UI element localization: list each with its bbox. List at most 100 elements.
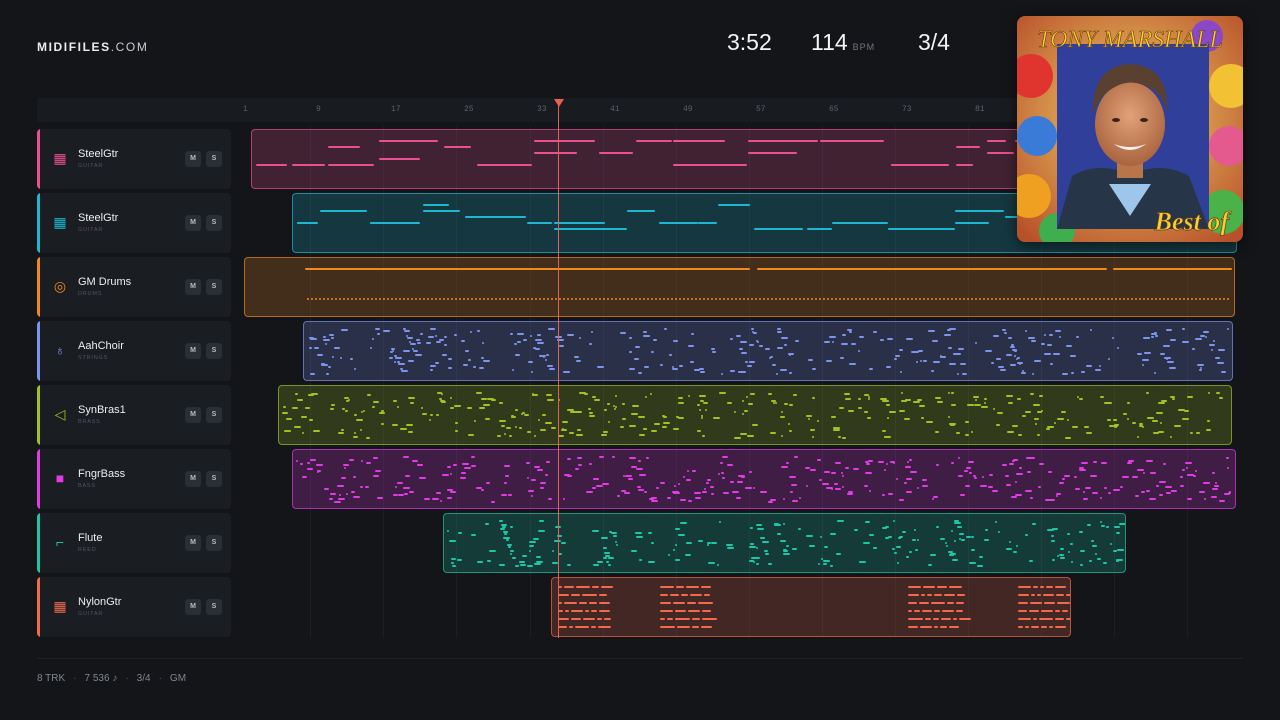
midi-note <box>975 399 977 401</box>
midi-note <box>588 408 591 410</box>
midi-note <box>1031 594 1035 596</box>
mute-button[interactable]: M <box>185 535 201 551</box>
midi-note <box>663 298 665 300</box>
mute-button[interactable]: M <box>185 599 201 615</box>
midi-clip[interactable] <box>303 321 1233 381</box>
solo-button[interactable]: S <box>206 151 222 167</box>
midi-note <box>1025 330 1027 332</box>
midi-clip[interactable] <box>292 449 1236 509</box>
footer-time-signature: 3/4 <box>136 673 151 684</box>
midi-note <box>476 487 482 489</box>
midi-note <box>1029 610 1039 612</box>
mute-button[interactable]: M <box>185 279 201 295</box>
midi-note <box>535 339 542 341</box>
track-header[interactable]: ▦ SteelGtr GUITAR M S <box>37 129 231 189</box>
midi-note <box>508 494 512 496</box>
midi-note <box>535 298 537 300</box>
midi-note <box>1203 331 1209 333</box>
midi-note <box>589 343 592 345</box>
mute-button[interactable]: M <box>185 343 201 359</box>
album-cover: TONY MARSHALL Best of <box>1017 16 1243 242</box>
midi-clip[interactable] <box>251 129 1085 189</box>
midi-note <box>687 470 689 472</box>
midi-clip[interactable] <box>551 577 1071 637</box>
midi-note <box>619 298 621 300</box>
playhead-marker[interactable] <box>554 99 564 107</box>
midi-note <box>623 298 625 300</box>
midi-note <box>956 432 960 434</box>
track-header[interactable]: ♁ AahChoir STRINGS M S <box>37 321 231 381</box>
track-header[interactable]: ◁ SynBras1 BRASS M S <box>37 385 231 445</box>
midi-note <box>949 554 954 556</box>
midi-note <box>951 462 954 464</box>
midi-note <box>803 298 805 300</box>
mute-button[interactable]: M <box>185 215 201 231</box>
ruler-bar-label: 9 <box>316 105 321 114</box>
midi-note <box>734 437 741 439</box>
midi-note <box>338 498 345 500</box>
site-logo[interactable]: MIDIFILES.COM <box>37 40 148 54</box>
midi-note <box>1044 334 1046 336</box>
midi-note <box>969 472 972 474</box>
midi-note <box>891 298 893 300</box>
solo-button[interactable]: S <box>206 471 222 487</box>
midi-note <box>688 345 694 347</box>
playhead-line[interactable] <box>558 106 559 638</box>
midi-note <box>671 298 673 300</box>
midi-note <box>660 626 675 628</box>
midi-note <box>702 491 707 493</box>
mute-button[interactable]: M <box>185 151 201 167</box>
midi-note <box>519 298 521 300</box>
midi-clip[interactable] <box>443 513 1126 573</box>
solo-button[interactable]: S <box>206 343 222 359</box>
solo-button[interactable]: S <box>206 215 222 231</box>
midi-note <box>1056 594 1064 596</box>
solo-button[interactable]: S <box>206 279 222 295</box>
midi-note <box>1095 369 1101 371</box>
midi-note <box>1227 328 1229 330</box>
midi-note <box>392 424 398 426</box>
midi-note <box>546 394 552 396</box>
midi-note <box>864 411 868 413</box>
midi-note <box>1211 349 1213 351</box>
midi-note <box>699 298 701 300</box>
midi-note <box>627 210 655 212</box>
midi-note <box>768 501 773 503</box>
solo-button[interactable]: S <box>206 407 222 423</box>
midi-note <box>505 475 509 477</box>
mute-button[interactable]: M <box>185 471 201 487</box>
ruler-bar-label: 73 <box>902 105 912 114</box>
midi-clip[interactable] <box>278 385 1232 445</box>
solo-button[interactable]: S <box>206 535 222 551</box>
midi-note <box>1006 548 1012 550</box>
midi-note <box>394 361 396 363</box>
midi-note <box>470 331 472 333</box>
midi-note <box>660 586 674 588</box>
midi-note <box>1057 555 1059 557</box>
midi-note <box>1114 424 1119 426</box>
midi-note <box>923 586 935 588</box>
midi-note <box>792 548 797 550</box>
track-header[interactable]: ▦ NylonGtr GUITAR M S <box>37 577 231 637</box>
midi-note <box>1174 425 1181 427</box>
track-header[interactable]: ▦ SteelGtr GUITAR M S <box>37 193 231 253</box>
track-header[interactable]: ◎ GM Drums DRUMS M S <box>37 257 231 317</box>
midi-note <box>591 610 597 612</box>
midi-note <box>631 413 638 415</box>
midi-note <box>463 364 468 366</box>
midi-note <box>554 228 627 230</box>
mute-button[interactable]: M <box>185 407 201 423</box>
track-header[interactable]: ⌐ Flute REED M S <box>37 513 231 573</box>
midi-clip[interactable] <box>244 257 1235 317</box>
midi-note <box>635 346 640 348</box>
midi-note <box>1166 329 1172 331</box>
midi-note <box>407 298 409 300</box>
midi-note <box>563 498 565 500</box>
midi-note <box>845 398 851 400</box>
midi-note <box>302 476 307 478</box>
midi-note <box>1127 418 1129 420</box>
track-header[interactable]: ■ FngrBass BASS M S <box>37 449 231 509</box>
midi-note <box>1002 329 1006 331</box>
midi-note <box>1047 344 1052 346</box>
solo-button[interactable]: S <box>206 599 222 615</box>
